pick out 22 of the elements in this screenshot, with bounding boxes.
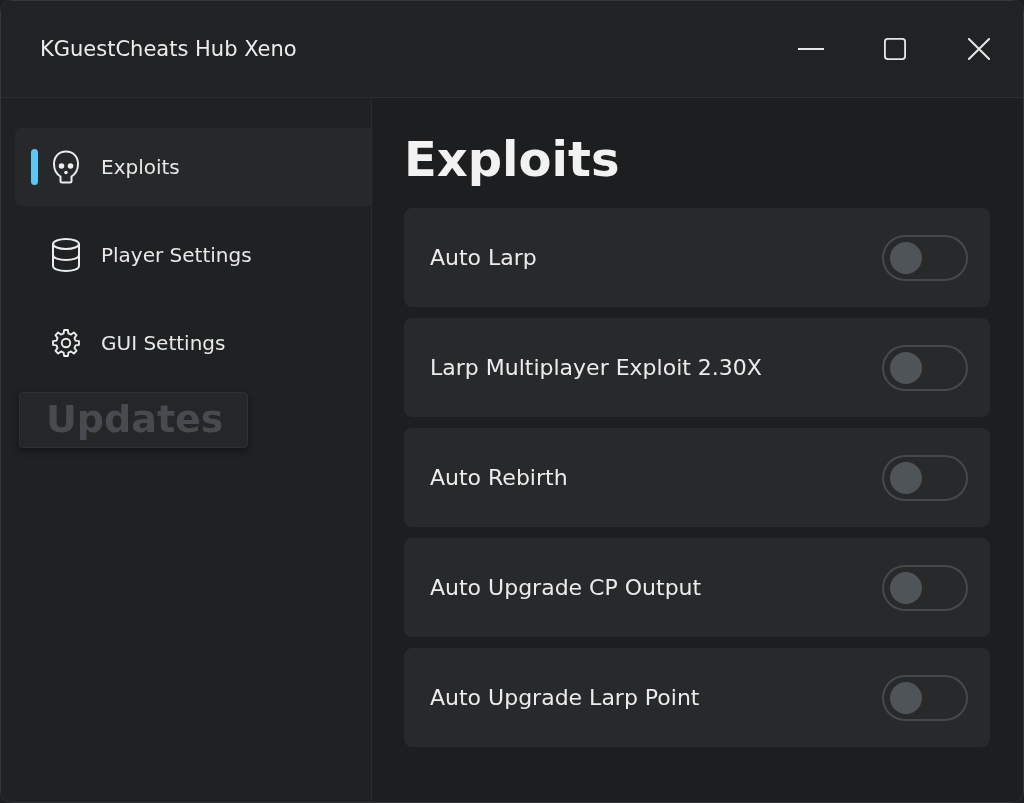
maximize-icon — [884, 38, 906, 60]
window-title: KGuestCheats Hub Xeno — [40, 37, 297, 61]
toggle-label: Auto Upgrade Larp Point — [430, 685, 700, 710]
toggle-switch[interactable] — [882, 564, 968, 611]
sidebar-item[interactable]: GUI Settings — [15, 304, 371, 382]
minimize-icon — [798, 48, 824, 50]
gear-icon — [51, 326, 81, 360]
close-icon — [968, 38, 990, 60]
toggle-switch[interactable] — [882, 454, 968, 501]
sidebar-item[interactable]: Player Settings — [15, 216, 371, 294]
toggle-switch[interactable] — [882, 344, 968, 391]
toggle-label: Auto Upgrade CP Output — [430, 575, 702, 600]
selection-indicator — [31, 149, 38, 185]
toggle-label: Auto Larp — [430, 245, 537, 270]
database-icon — [51, 238, 81, 272]
toggle-switch[interactable] — [882, 674, 968, 721]
skull-icon — [51, 150, 81, 184]
toggle-label: Larp Multiplayer Exploit 2.30X — [430, 355, 762, 380]
sidebar-item[interactable]: Exploits — [15, 128, 371, 206]
page-heading: Exploits — [404, 130, 621, 189]
toggle-label: Auto Rebirth — [430, 465, 568, 490]
toggle-switch[interactable] — [882, 234, 968, 281]
